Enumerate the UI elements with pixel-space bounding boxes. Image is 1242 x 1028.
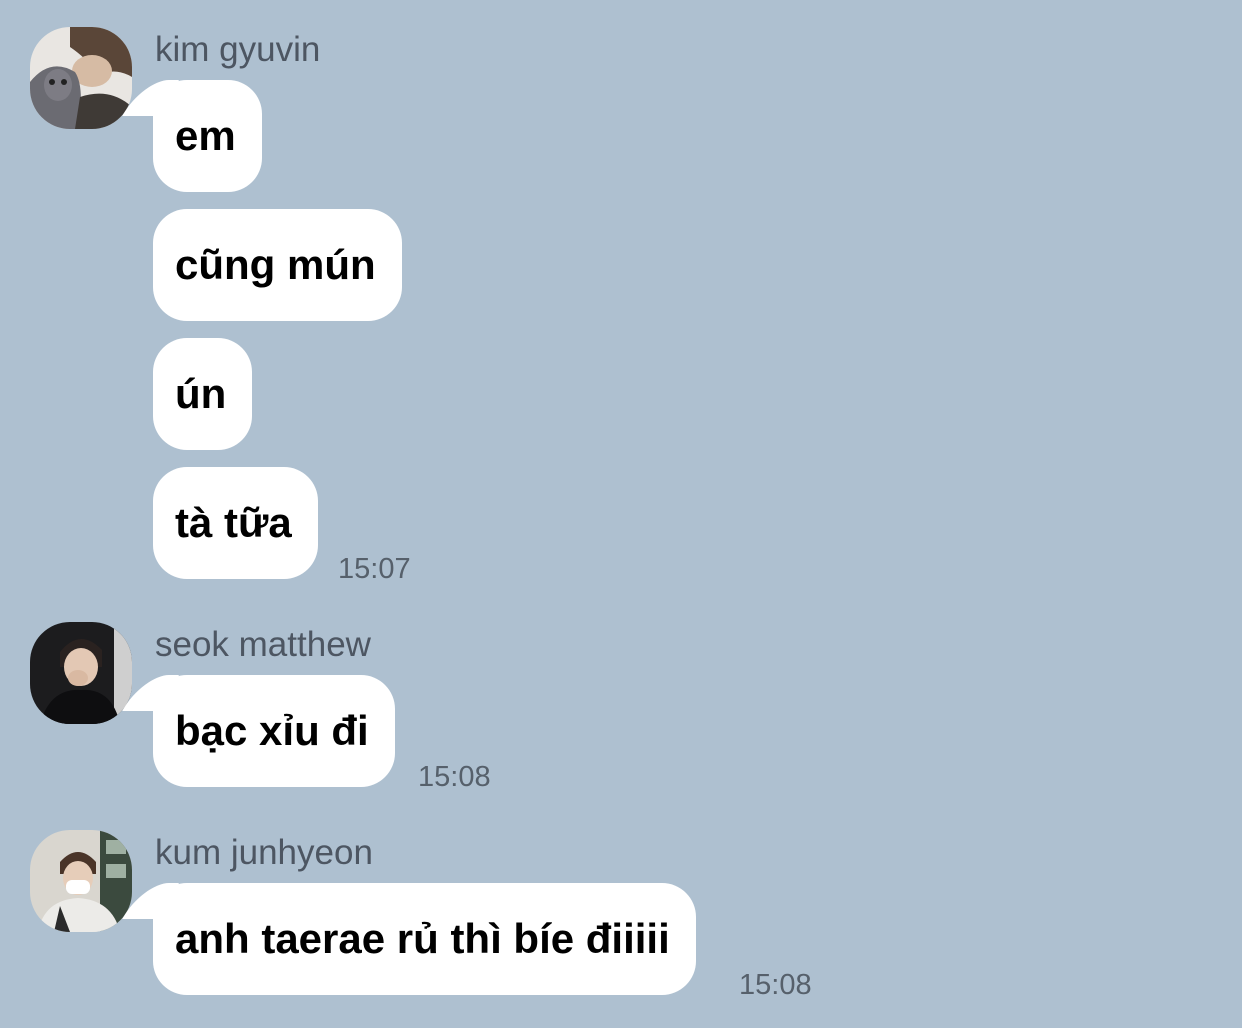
avatar-kim-gyuvin[interactable] bbox=[30, 27, 132, 129]
avatar-photo-icon bbox=[30, 27, 132, 129]
message-time: 15:08 bbox=[739, 969, 812, 1001]
message-bubble[interactable]: ún bbox=[153, 338, 253, 450]
message-bubble[interactable]: tà tữa bbox=[153, 467, 318, 579]
message-bubble[interactable]: cũng mún bbox=[153, 209, 402, 321]
message-time: 15:08 bbox=[418, 761, 491, 793]
avatar-photo-icon bbox=[30, 830, 132, 932]
sender-name: kum junhyeon bbox=[155, 833, 373, 872]
message-time: 15:07 bbox=[338, 553, 411, 585]
sender-name: kim gyuvin bbox=[155, 30, 321, 69]
avatar-kum-junhyeon[interactable] bbox=[30, 830, 132, 932]
message-bubble[interactable]: em bbox=[153, 80, 262, 192]
avatar-photo-icon bbox=[30, 622, 132, 724]
message-bubble[interactable]: bạc xỉu đi bbox=[153, 675, 395, 787]
message-bubble[interactable]: anh taerae rủ thì bíe điiiii bbox=[153, 883, 696, 995]
avatar-seok-matthew[interactable] bbox=[30, 622, 132, 724]
sender-name: seok matthew bbox=[155, 625, 371, 664]
